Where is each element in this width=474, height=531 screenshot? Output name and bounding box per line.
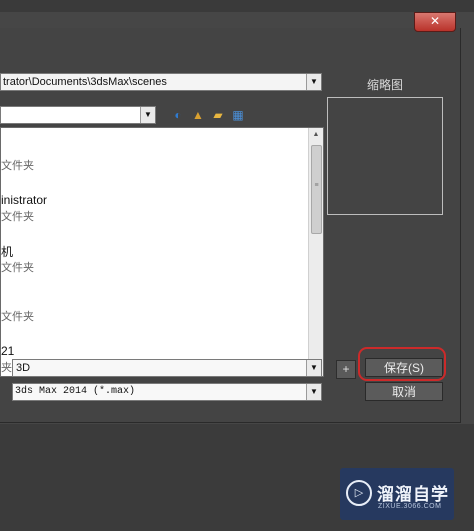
increment-button[interactable]: + xyxy=(336,360,356,379)
file-type-combo[interactable]: 3ds Max 2014 (*.max) ▼ xyxy=(12,383,322,401)
play-logo-icon: ▷ xyxy=(346,480,372,506)
chevron-down-icon[interactable]: ▼ xyxy=(140,107,155,123)
highlight-circle xyxy=(358,347,446,381)
vertical-scrollbar[interactable]: ▲ ≡ ▼ xyxy=(308,128,323,376)
list-item-type: 夹 xyxy=(1,362,12,374)
path-value: trator\Documents\3dsMax\scenes xyxy=(3,76,167,88)
chevron-down-icon[interactable]: ▼ xyxy=(306,384,321,400)
title-bar xyxy=(0,0,474,12)
view-menu-icon[interactable]: ▦ xyxy=(230,107,246,123)
new-folder-icon[interactable]: ▰ xyxy=(210,107,226,123)
watermark-subtitle: ZIXUE.3066.COM xyxy=(378,503,442,510)
chevron-down-icon[interactable]: ▼ xyxy=(306,360,321,376)
file-name-value: 3D xyxy=(16,362,31,374)
list-item-type: 文件夹 xyxy=(1,160,34,172)
path-combo[interactable]: trator\Documents\3dsMax\scenes ▼ xyxy=(0,73,322,91)
list-item-name[interactable]: 机 xyxy=(1,243,13,260)
back-icon[interactable]: ◐ xyxy=(170,107,186,123)
cancel-button[interactable]: 取消 xyxy=(365,382,443,401)
watermark: ▷ 溜溜自学 ZIXUE.3066.COM xyxy=(340,468,454,520)
file-list[interactable]: 文件夹 inistrator 文件夹 机 文件夹 文件夹 21 夹 ▲ ≡ ▼ xyxy=(0,127,324,377)
up-folder-icon[interactable]: ▲ xyxy=(190,107,206,123)
save-dialog: trator\Documents\3dsMax\scenes ▼ ▼ ◐ ▲ ▰… xyxy=(0,28,461,423)
thumbnail-label: 缩略图 xyxy=(367,78,404,92)
thumbnail-preview xyxy=(327,97,443,215)
save-in-combo[interactable]: ▼ xyxy=(0,106,156,124)
watermark-title: 溜溜自学 xyxy=(377,485,449,504)
list-item-name[interactable]: 21 xyxy=(1,344,14,358)
file-type-value: 3ds Max 2014 (*.max) xyxy=(15,386,136,397)
file-name-combo[interactable]: 3D ▼ xyxy=(12,359,322,377)
list-item-type: 文件夹 xyxy=(1,311,34,323)
close-button[interactable]: ✕ xyxy=(414,12,456,32)
scrollbar-thumb[interactable]: ≡ xyxy=(311,145,322,234)
chevron-down-icon[interactable]: ▼ xyxy=(306,74,321,90)
scroll-up-arrow-icon[interactable]: ▲ xyxy=(309,128,323,142)
list-item-type: 文件夹 xyxy=(1,211,34,223)
grip-icon: ≡ xyxy=(314,182,319,189)
list-item-type: 文件夹 xyxy=(1,262,34,274)
list-item-name[interactable]: inistrator xyxy=(1,193,47,207)
